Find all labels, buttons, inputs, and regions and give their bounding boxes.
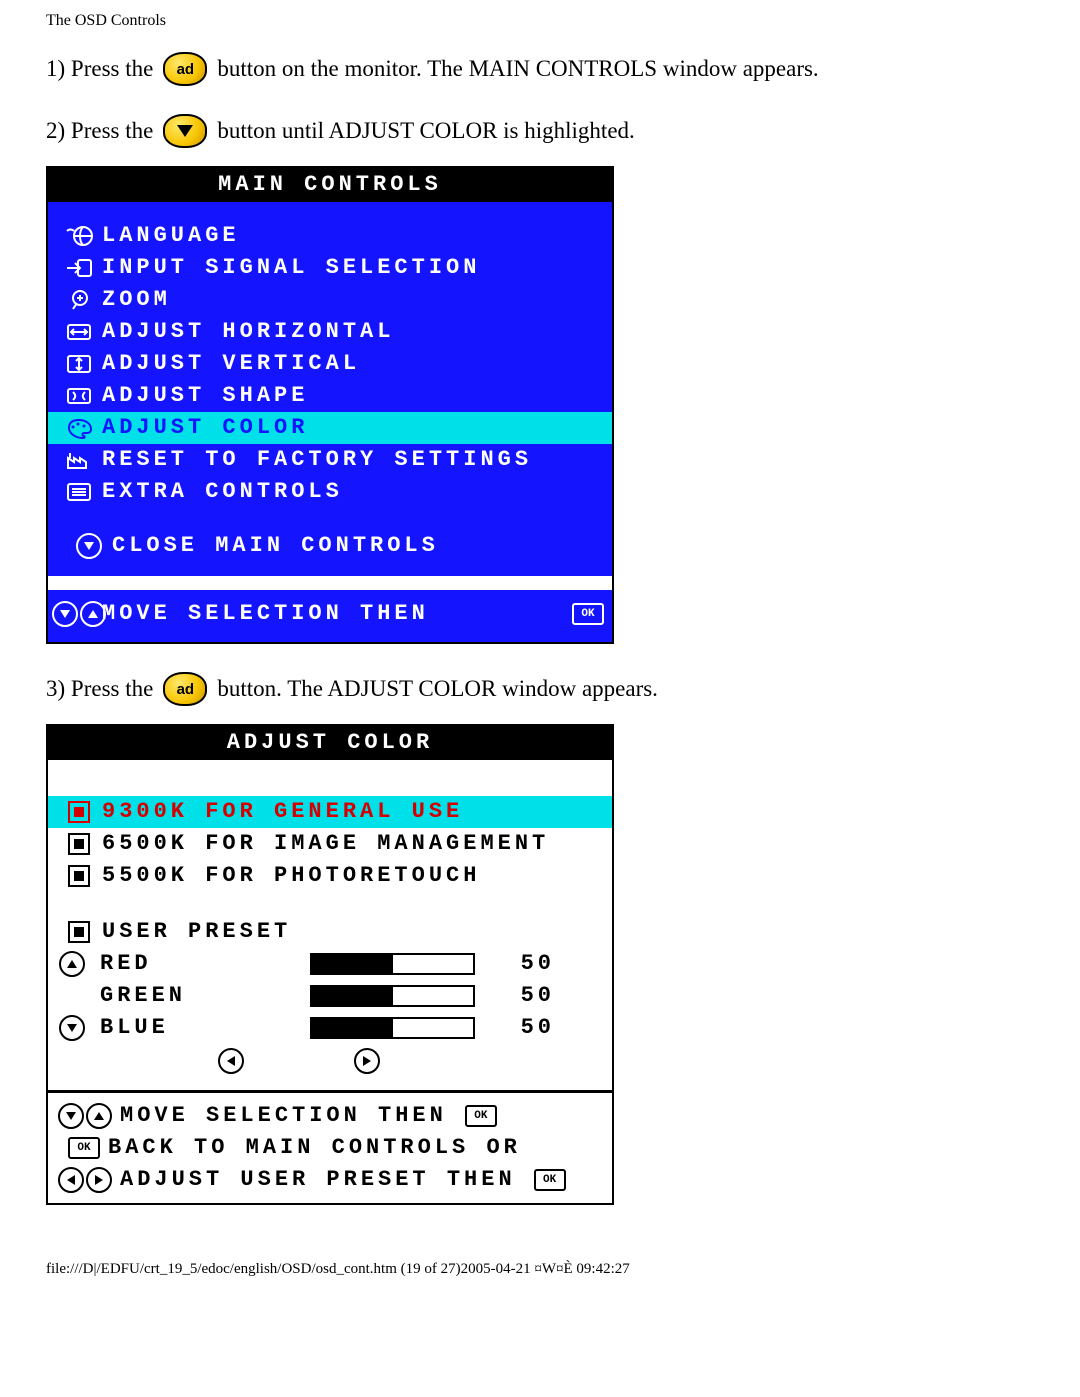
page-footer: file:///D|/EDFU/crt_19_5/edoc/english/OS… xyxy=(46,1233,1034,1292)
step-3-text-b: button. The ADJUST COLOR window appears. xyxy=(217,676,658,702)
down-circle-icon xyxy=(56,1015,88,1041)
channel-label: GREEN xyxy=(88,985,310,1007)
step-1-text-a: 1) Press the xyxy=(46,56,153,82)
menu-label: ADJUST HORIZONTAL xyxy=(102,321,604,343)
channel-label: RED xyxy=(88,953,310,975)
updown-icon xyxy=(58,1103,112,1129)
left-circle-icon[interactable] xyxy=(218,1048,244,1074)
hint-move-selection: MOVE SELECTION THEN OK xyxy=(48,1099,612,1133)
menu-item-adj-horizontal[interactable]: ADJUST HORIZONTAL xyxy=(48,316,612,348)
hint-back: OK BACK TO MAIN CONTROLS OR xyxy=(48,1133,612,1163)
menu-label: EXTRA CONTROLS xyxy=(102,481,604,503)
factory-icon xyxy=(56,449,102,471)
menu-item-adj-vertical[interactable]: ADJUST VERTICAL xyxy=(48,348,612,380)
hint-label: ADJUST USER PRESET THEN xyxy=(120,1169,516,1191)
color-option-user-preset[interactable]: USER PRESET xyxy=(48,916,612,948)
radio-icon xyxy=(56,865,102,887)
menu-close[interactable]: CLOSE MAIN CONTROLS xyxy=(48,530,612,562)
menu-item-extra[interactable]: EXTRA CONTROLS xyxy=(48,476,612,508)
ok-icon: OK xyxy=(534,1169,566,1191)
menu-label: ADJUST VERTICAL xyxy=(102,353,604,375)
slider-bar[interactable] xyxy=(310,953,475,975)
step-1: 1) Press the ad button on the monitor. T… xyxy=(46,52,1034,86)
main-controls-window: MAIN CONTROLS LANGUAGE INPUT SIGNAL SELE… xyxy=(46,166,614,644)
step-2-text-a: 2) Press the xyxy=(46,118,153,144)
right-circle-icon[interactable] xyxy=(354,1048,380,1074)
menu-label: INPUT SIGNAL SELECTION xyxy=(102,257,604,279)
hint-label: MOVE SELECTION THEN xyxy=(102,603,562,625)
step-1-text-b: button on the monitor. The MAIN CONTROLS… xyxy=(217,56,818,82)
menu-item-zoom[interactable]: ZOOM xyxy=(48,284,612,316)
menu-label: ADJUST SHAPE xyxy=(102,385,604,407)
down-arrow-button-icon xyxy=(163,114,207,148)
menu-item-adj-shape[interactable]: ADJUST SHAPE xyxy=(48,380,612,412)
channel-label: BLUE xyxy=(88,1017,310,1039)
radio-icon xyxy=(56,921,102,943)
adjust-color-window: ADJUST COLOR 9300K FOR GENERAL USE 6500K… xyxy=(46,724,614,1205)
ok-button-icon: ad xyxy=(163,672,207,706)
ok-icon: OK xyxy=(465,1105,497,1127)
menu-label: ADJUST COLOR xyxy=(102,417,604,439)
ok-icon: OK xyxy=(68,1137,100,1159)
up-circle-icon xyxy=(56,951,88,977)
main-controls-hint: MOVE SELECTION THEN OK xyxy=(48,598,612,630)
color-option-9300k[interactable]: 9300K FOR GENERAL USE xyxy=(48,796,612,828)
channel-value: 50 xyxy=(475,985,573,1007)
step-2-text-b: button until ADJUST COLOR is highlighted… xyxy=(217,118,634,144)
slider-bar[interactable] xyxy=(310,1017,475,1039)
page-header: The OSD Controls xyxy=(46,0,1034,36)
option-label: USER PRESET xyxy=(102,921,604,943)
channel-green[interactable]: GREEN 50 xyxy=(48,980,612,1012)
updown-icon xyxy=(56,601,102,627)
color-option-6500k[interactable]: 6500K FOR IMAGE MANAGEMENT xyxy=(48,828,612,860)
menu-label: CLOSE MAIN CONTROLS xyxy=(112,535,604,557)
vertical-icon xyxy=(56,353,102,375)
leftright-icon xyxy=(58,1167,112,1193)
hint-label: BACK TO MAIN CONTROLS OR xyxy=(108,1137,521,1159)
step-2: 2) Press the button until ADJUST COLOR i… xyxy=(46,114,1034,148)
slider-bar[interactable] xyxy=(310,985,475,1007)
down-circle-icon xyxy=(66,533,112,559)
horizontal-icon xyxy=(56,321,102,343)
globe-icon xyxy=(56,225,102,247)
menu-item-reset[interactable]: RESET TO FACTORY SETTINGS xyxy=(48,444,612,476)
option-label: 5500K FOR PHOTORETOUCH xyxy=(102,865,604,887)
step-3: 3) Press the ad button. The ADJUST COLOR… xyxy=(46,672,1034,706)
ok-icon: OK xyxy=(572,603,604,625)
adjust-color-title: ADJUST COLOR xyxy=(48,726,612,760)
left-right-controls xyxy=(48,1044,612,1084)
hint-adjust-preset: ADJUST USER PRESET THEN OK xyxy=(48,1163,612,1197)
menu-label: LANGUAGE xyxy=(102,225,604,247)
hint-label: MOVE SELECTION THEN xyxy=(120,1105,447,1127)
menu-item-language[interactable]: LANGUAGE xyxy=(48,220,612,252)
input-icon xyxy=(56,257,102,279)
shape-icon xyxy=(56,385,102,407)
menu-item-input-signal[interactable]: INPUT SIGNAL SELECTION xyxy=(48,252,612,284)
main-controls-title: MAIN CONTROLS xyxy=(48,168,612,202)
step-3-text-a: 3) Press the xyxy=(46,676,153,702)
ok-button-icon: ad xyxy=(163,52,207,86)
list-icon xyxy=(56,481,102,503)
channel-blue[interactable]: BLUE 50 xyxy=(48,1012,612,1044)
menu-label: RESET TO FACTORY SETTINGS xyxy=(102,449,604,471)
magnifier-icon xyxy=(56,289,102,311)
channel-value: 50 xyxy=(475,1017,573,1039)
channel-red[interactable]: RED 50 xyxy=(48,948,612,980)
option-label: 9300K FOR GENERAL USE xyxy=(102,801,604,823)
option-label: 6500K FOR IMAGE MANAGEMENT xyxy=(102,833,604,855)
channel-value: 50 xyxy=(475,953,573,975)
palette-icon xyxy=(56,417,102,439)
menu-label: ZOOM xyxy=(102,289,604,311)
menu-item-adj-color[interactable]: ADJUST COLOR xyxy=(48,412,612,444)
color-option-5500k[interactable]: 5500K FOR PHOTORETOUCH xyxy=(48,860,612,892)
radio-icon xyxy=(56,833,102,855)
radio-selected-icon xyxy=(56,801,102,823)
